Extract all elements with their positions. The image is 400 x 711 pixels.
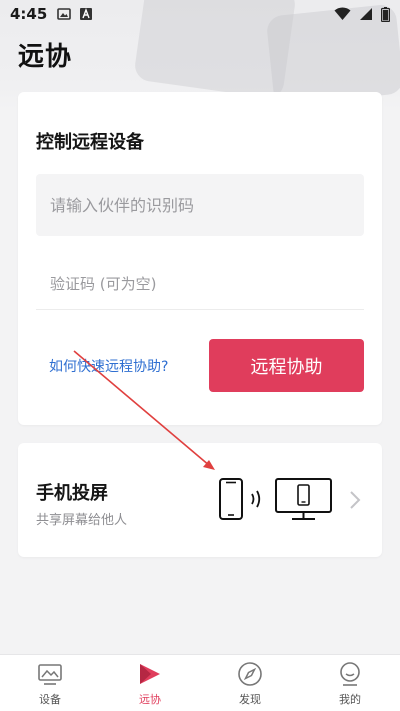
quick-assist-help-link[interactable]: 如何快速远程协助? <box>49 356 168 376</box>
compass-icon <box>238 662 262 686</box>
nav-item-devices[interactable]: 设备 <box>0 655 100 711</box>
image-icon <box>57 8 72 20</box>
phone-to-monitor-icon <box>219 478 332 520</box>
status-bar: 4:45 <box>0 0 400 28</box>
nav-item-profile[interactable]: 我的 <box>300 655 400 711</box>
remote-control-card: 控制远程设备 如何快速远程协助? 远程协助 <box>18 92 382 425</box>
a-icon <box>80 8 93 20</box>
nav-label: 远协 <box>139 693 161 706</box>
page-title: 远协 <box>18 42 73 72</box>
cast-subtitle: 共享屏幕给他人 <box>36 513 128 528</box>
profile-icon <box>340 662 360 686</box>
nav-label: 我的 <box>339 693 361 706</box>
remote-assist-button[interactable]: 远程协助 <box>209 339 364 392</box>
signal-icon <box>360 8 372 20</box>
nav-label: 设备 <box>39 693 61 706</box>
partner-id-input[interactable] <box>36 174 364 236</box>
remote-assist-icon <box>140 664 160 684</box>
app-screen: 4:45 远协 控制远程设备 请输入伙伴的识别码 验证码 (可为空) 如何快速远… <box>0 0 400 711</box>
nav-label: 发现 <box>239 693 261 706</box>
wifi-icon <box>334 7 351 20</box>
battery-icon <box>381 6 390 22</box>
bottom-nav: 设备 远协 发现 我的 <box>0 654 400 711</box>
status-time: 4:45 <box>10 5 48 23</box>
nav-item-discover[interactable]: 发现 <box>200 655 300 711</box>
cast-title: 手机投屏 <box>36 483 108 504</box>
nav-item-remote-assist[interactable]: 远协 <box>100 655 200 711</box>
screen-cast-card[interactable]: 手机投屏 共享屏幕给他人 <box>18 443 382 557</box>
device-icon <box>38 664 62 685</box>
remote-card-heading: 控制远程设备 <box>36 132 144 153</box>
verification-code-input[interactable] <box>36 258 364 310</box>
chevron-right-icon <box>350 491 361 509</box>
